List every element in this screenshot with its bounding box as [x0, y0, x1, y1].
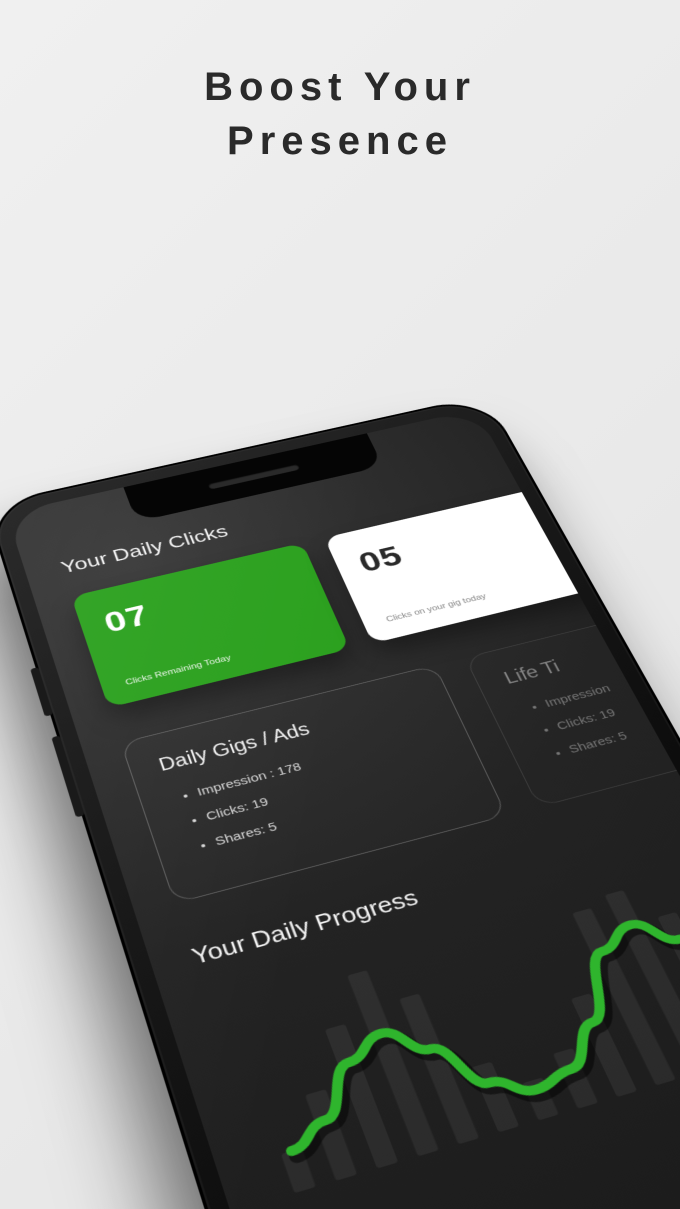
- hero-line-1: Boost Your: [204, 60, 476, 114]
- clicks-remaining-caption: Clicks Remaining Today: [124, 632, 321, 687]
- hero-line-2: Presence: [204, 114, 476, 168]
- clicks-on-gig-card[interactable]: 05 Clicks on your gig today: [324, 487, 601, 644]
- daily-progress-chart: [206, 848, 680, 1199]
- chart-curve: [250, 894, 680, 1160]
- clicks-on-gig-caption: Clicks on your gig today: [385, 572, 572, 624]
- hero-title: Boost Your Presence: [204, 60, 476, 168]
- app-content: Your Daily Clicks 07 Clicks Remaining To…: [58, 458, 680, 1209]
- clicks-remaining-value: 07: [100, 565, 301, 640]
- speaker-grille: [208, 464, 300, 490]
- volume-up-button[interactable]: [30, 667, 53, 716]
- lifetime-title: Life Ti: [501, 609, 680, 688]
- clicks-on-gig-value: 05: [354, 508, 548, 579]
- daily-gigs-panel[interactable]: Daily Gigs / Ads Impression : 178 Clicks…: [120, 665, 507, 904]
- phone-body: Your Daily Clicks 07 Clicks Remaining To…: [0, 395, 680, 1209]
- phone-stage: Your Daily Clicks 07 Clicks Remaining To…: [110, 230, 680, 1209]
- chart-bars: [228, 860, 680, 1193]
- chart-curve-shadow: [255, 898, 680, 1165]
- volume-down-button[interactable]: [51, 735, 84, 817]
- lifetime-panel[interactable]: Life Ti Impression Clicks: 19 Shares: 5: [464, 585, 680, 807]
- phone-mockup: Your Daily Clicks 07 Clicks Remaining To…: [0, 395, 680, 1209]
- clicks-remaining-card[interactable]: 07 Clicks Remaining Today: [71, 543, 350, 708]
- phone-screen: Your Daily Clicks 07 Clicks Remaining To…: [7, 409, 680, 1209]
